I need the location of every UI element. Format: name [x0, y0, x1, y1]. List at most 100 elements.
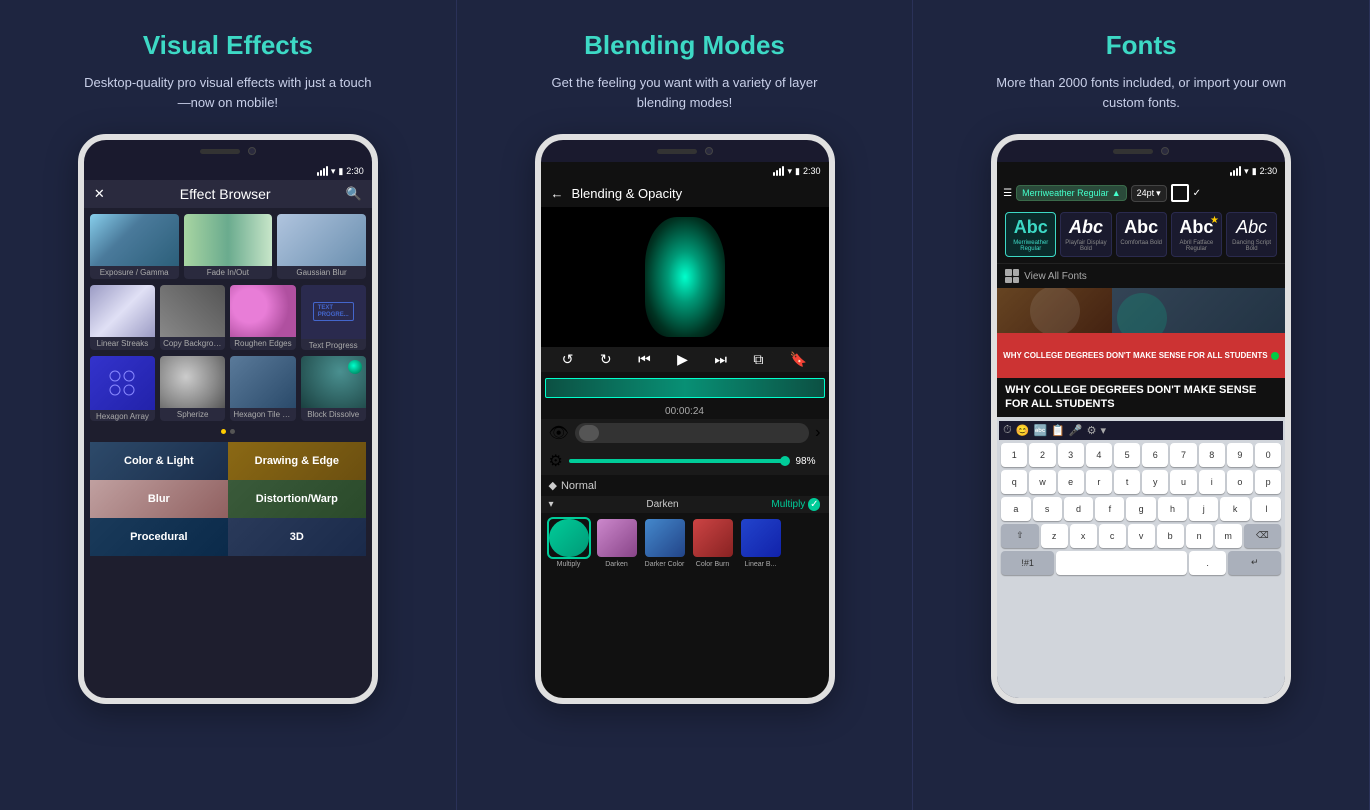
key-c[interactable]: c: [1099, 524, 1126, 548]
key-space[interactable]: [1056, 551, 1187, 575]
font-card-dancing[interactable]: Abc Dancing Script Bold: [1226, 212, 1277, 257]
key-6[interactable]: 6: [1142, 443, 1168, 467]
key-5[interactable]: 5: [1114, 443, 1140, 467]
font-card-merriweather[interactable]: Abc Merriweather Regular: [1005, 212, 1056, 257]
key-y[interactable]: y: [1142, 470, 1168, 494]
key-i[interactable]: i: [1199, 470, 1225, 494]
kb-clipboard-icon[interactable]: 📋: [1051, 424, 1065, 437]
effect-name-exposure: Exposure / Gamma: [90, 266, 179, 279]
kb-settings-icon[interactable]: ⚙: [1087, 424, 1097, 437]
cat-procedural[interactable]: Procedural: [90, 518, 228, 556]
key-j[interactable]: j: [1189, 497, 1218, 521]
key-p[interactable]: p: [1255, 470, 1281, 494]
skip-start-icon[interactable]: ⏮: [638, 351, 651, 368]
key-return[interactable]: ↵: [1228, 551, 1281, 575]
blend-linearb[interactable]: Linear B...: [739, 517, 783, 568]
kb-chevron-icon[interactable]: ▾: [1100, 424, 1106, 437]
key-period[interactable]: .: [1189, 551, 1226, 575]
key-n[interactable]: n: [1186, 524, 1213, 548]
key-o[interactable]: o: [1227, 470, 1253, 494]
key-s[interactable]: s: [1033, 497, 1062, 521]
blend-darker-color[interactable]: Darker Color: [643, 517, 687, 568]
cat-color-light[interactable]: Color & Light: [90, 442, 228, 480]
key-numswitch[interactable]: !#1: [1001, 551, 1054, 575]
skip-end-icon[interactable]: ⏭: [714, 351, 727, 368]
key-8[interactable]: 8: [1199, 443, 1225, 467]
kb-emoji-icon[interactable]: 😊: [1016, 424, 1030, 437]
effect-card-hexarray[interactable]: Hexagon Array: [90, 356, 155, 421]
slider-knob[interactable]: [780, 456, 790, 466]
font-card-comfortaa[interactable]: Abc Comfortaa Bold: [1116, 212, 1167, 257]
effect-card-dissolve[interactable]: Block Dissolve: [301, 356, 366, 421]
key-9[interactable]: 9: [1227, 443, 1253, 467]
bookmark-icon[interactable]: 🔖: [790, 351, 807, 368]
effect-card-spherize[interactable]: Spherize: [160, 356, 225, 421]
arrow-icon[interactable]: ›: [815, 424, 820, 442]
font-selector[interactable]: Merriweather Regular ▲: [1016, 185, 1126, 201]
timeline-strip[interactable]: [545, 378, 825, 398]
key-l[interactable]: l: [1252, 497, 1281, 521]
effect-card-roughen[interactable]: Roughen Edges: [230, 285, 295, 350]
key-4[interactable]: 4: [1086, 443, 1112, 467]
effect-row-1: Exposure / Gamma Fade In/Out Gaussian Bl…: [90, 214, 366, 279]
checkmark-icon[interactable]: ✓: [1193, 188, 1201, 199]
key-1[interactable]: 1: [1001, 443, 1027, 467]
key-m[interactable]: m: [1215, 524, 1242, 548]
opacity-slider[interactable]: [569, 459, 790, 463]
key-a[interactable]: a: [1001, 497, 1030, 521]
key-v[interactable]: v: [1128, 524, 1155, 548]
key-delete[interactable]: ⌫: [1244, 524, 1282, 548]
copy-icon[interactable]: ⧉: [753, 351, 763, 368]
key-x[interactable]: x: [1070, 524, 1097, 548]
key-k[interactable]: k: [1220, 497, 1249, 521]
effect-card-linear[interactable]: Linear Streaks: [90, 285, 155, 350]
effect-card-text[interactable]: TEXTPROGRE... Text Progress: [301, 285, 366, 350]
key-shift[interactable]: ⇧: [1001, 524, 1039, 548]
key-7[interactable]: 7: [1170, 443, 1196, 467]
key-q[interactable]: q: [1001, 470, 1027, 494]
effect-card-exposure[interactable]: Exposure / Gamma: [90, 214, 179, 279]
search-icon[interactable]: 🔍: [346, 186, 362, 202]
effect-card-copy[interactable]: Copy Background: [160, 285, 225, 350]
blend-colorburn[interactable]: Color Burn: [691, 517, 735, 568]
key-h[interactable]: h: [1158, 497, 1187, 521]
kb-timer-icon[interactable]: ⏱: [1003, 424, 1012, 437]
key-0[interactable]: 0: [1255, 443, 1281, 467]
kb-abc-icon[interactable]: 🔤: [1033, 424, 1047, 437]
cat-distort[interactable]: Distortion/Warp: [228, 480, 366, 518]
key-b[interactable]: b: [1157, 524, 1184, 548]
effect-card-gaussian[interactable]: Gaussian Blur: [277, 214, 366, 279]
forward-icon[interactable]: ↻: [600, 351, 612, 368]
key-f[interactable]: f: [1095, 497, 1124, 521]
settings-icon[interactable]: ⚙: [549, 451, 563, 471]
cat-3d[interactable]: 3D: [228, 518, 366, 556]
effect-card-hexshift[interactable]: Hexagon Tile Shift: [230, 356, 295, 421]
font-card-playfair[interactable]: Abc Playfair Display Bold: [1060, 212, 1111, 257]
key-g[interactable]: g: [1126, 497, 1155, 521]
key-d[interactable]: d: [1064, 497, 1093, 521]
back-icon[interactable]: ←: [551, 186, 564, 201]
effect-card-fade[interactable]: Fade In/Out: [184, 214, 273, 279]
key-u[interactable]: u: [1170, 470, 1196, 494]
key-t[interactable]: t: [1114, 470, 1140, 494]
key-r[interactable]: r: [1086, 470, 1112, 494]
kb-mic-icon[interactable]: 🎤: [1069, 424, 1083, 437]
font-card-abril[interactable]: ★ Abc Abril Fatface Regular: [1171, 212, 1222, 257]
cat-drawing[interactable]: Drawing & Edge: [228, 442, 366, 480]
key-z[interactable]: z: [1041, 524, 1068, 548]
menu-icon[interactable]: ☰: [1003, 188, 1012, 199]
cat-blur[interactable]: Blur: [90, 480, 228, 518]
close-icon[interactable]: ✕: [94, 186, 105, 202]
key-2[interactable]: 2: [1029, 443, 1055, 467]
key-3[interactable]: 3: [1058, 443, 1084, 467]
key-w[interactable]: w: [1029, 470, 1055, 494]
key-e[interactable]: e: [1058, 470, 1084, 494]
eye-icon[interactable]: 👁: [549, 423, 569, 443]
view-all-fonts[interactable]: View All Fonts: [997, 263, 1285, 288]
play-icon[interactable]: ▶: [677, 351, 688, 368]
rewind-icon[interactable]: ↺: [562, 351, 574, 368]
blend-multiply[interactable]: Multiply: [547, 517, 591, 568]
blend-darken[interactable]: Darken: [595, 517, 639, 568]
size-selector[interactable]: 24pt ▾: [1131, 185, 1167, 202]
stroke-icon[interactable]: [1171, 184, 1189, 202]
